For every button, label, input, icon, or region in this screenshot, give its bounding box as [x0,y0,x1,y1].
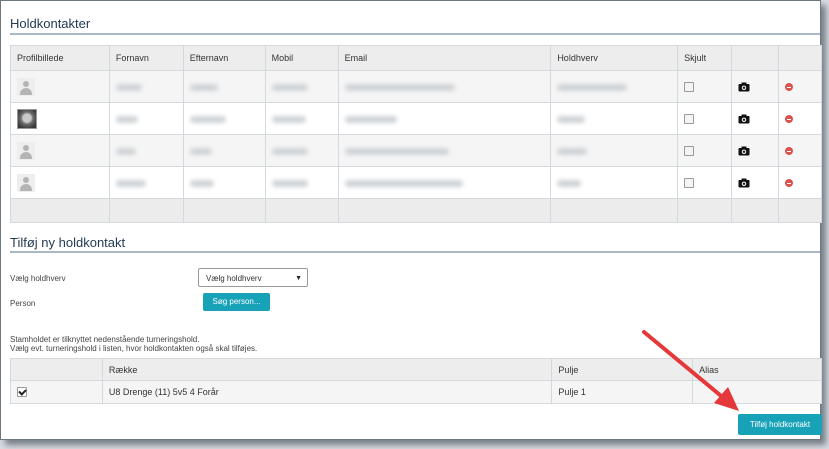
redacted-mobile [271,83,308,91]
user-placeholder-icon [17,141,35,160]
delete-icon[interactable] [785,179,794,188]
column-header: Alias [692,358,822,381]
hidden-checkbox[interactable] [684,113,695,124]
hidden-checkbox[interactable] [684,81,695,92]
add-contact-section-rule [10,251,820,253]
contact-empty-row [10,198,822,223]
contacts-section-rule [10,33,820,35]
teams-note-line1: Stamholdet er tilknyttet nedenstående tu… [10,335,200,344]
redacted-first-name [115,147,136,155]
redacted-first-name [115,179,146,187]
column-header[interactable]: Fornavn [108,45,184,71]
caret-down-icon: ▼ [295,275,302,282]
column-header[interactable]: Holdhverv [550,45,679,71]
column-header: Skjult [677,45,733,71]
contacts-section-title: Holdkontakter [10,16,91,31]
contact-row [10,102,822,135]
role-select[interactable]: Vælg holdhverv ▼ [198,268,308,287]
delete-icon[interactable] [785,115,794,124]
column-header: Pulje [551,358,694,381]
team-row-name: U8 Drenge (11) 5v5 4 Forår [101,380,553,404]
camera-icon[interactable] [738,146,750,156]
column-header[interactable]: Efternavn [182,45,266,71]
redacted-last-name [189,147,212,155]
redacted-last-name [189,179,214,187]
hidden-checkbox[interactable] [684,177,695,188]
delete-icon[interactable] [785,83,794,92]
user-placeholder-icon [17,77,35,96]
user-placeholder-icon [17,173,35,192]
team-alias[interactable] [692,380,822,404]
role-select-value: Vælg holdhverv [206,274,262,283]
role-label: Vælg holdhverv [10,274,66,283]
column-header [778,45,822,71]
team-row: U8 Drenge (11) 5v5 4 Forår Pulje 1 [10,380,822,404]
redacted-mobile [271,115,306,123]
redacted-mobile [271,179,308,187]
redacted-last-name [189,115,226,123]
page-frame: Holdkontakter Profilbillede Fornavn Efte… [0,0,822,440]
redacted-first-name [115,115,138,123]
redacted-email [344,115,397,123]
column-header: Række [101,358,553,381]
redacted-first-name [115,83,142,91]
add-contact-submit-button[interactable]: Tilføj holdkontakt [738,414,822,435]
column-header [10,358,103,381]
camera-icon[interactable] [738,178,750,188]
column-header: Profilbillede [10,45,110,71]
redacted-email [344,83,455,91]
contact-row [10,70,822,103]
user-photo [17,108,37,129]
redacted-email [344,179,463,187]
redacted-role [557,83,628,91]
contacts-table: Profilbillede Fornavn Efternavn Mobil Em… [10,45,822,223]
contacts-header-row: Profilbillede Fornavn Efternavn Mobil Em… [10,45,822,71]
delete-icon[interactable] [785,147,794,156]
redacted-role [557,147,588,155]
person-label: Person [10,299,36,308]
camera-icon[interactable] [738,82,750,92]
camera-icon[interactable] [738,114,750,124]
hidden-checkbox[interactable] [684,145,695,156]
redacted-email [344,147,449,155]
contact-row [10,166,822,199]
column-header [731,45,780,71]
team-checkbox[interactable] [17,387,27,398]
teams-header-row: Række Pulje Alias [10,358,822,381]
column-header[interactable]: Mobil [264,45,339,71]
team-pool: Pulje 1 [551,380,694,404]
redacted-role [557,179,582,187]
redacted-role [557,115,586,123]
search-person-button[interactable]: Søg person... [203,293,270,311]
teams-note-line2: Vælg evt. turneringshold i listen, hvor … [10,344,258,353]
contact-row [10,134,822,167]
redacted-mobile [271,147,308,155]
teams-table: Række Pulje Alias U8 Drenge (11) 5v5 4 F… [10,358,822,404]
add-contact-section-title: Tilføj ny holdkontakt [10,235,126,250]
column-header[interactable]: Email [337,45,552,71]
redacted-last-name [189,83,218,91]
